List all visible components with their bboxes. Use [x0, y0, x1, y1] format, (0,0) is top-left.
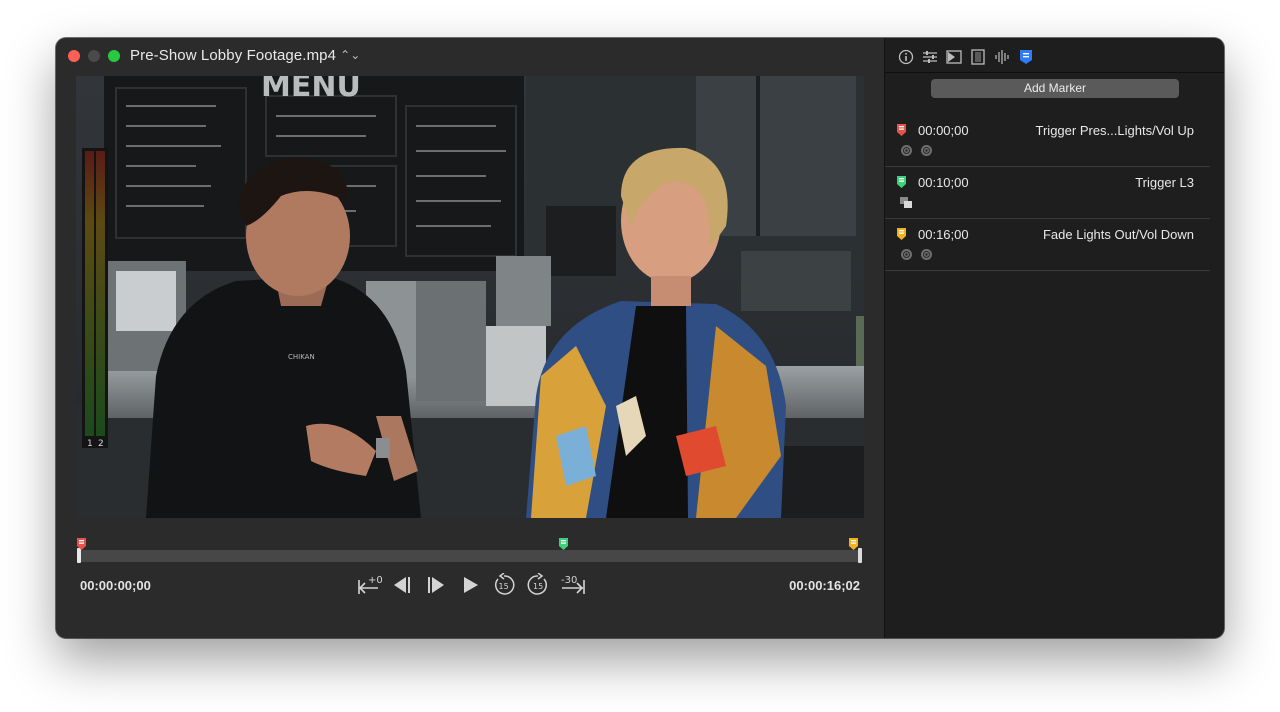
- svg-text:MENU: MENU: [261, 76, 361, 104]
- svg-text:2: 2: [98, 439, 104, 449]
- marker-actions: [899, 143, 933, 157]
- marker-row-3[interactable]: 00:16;00 Fade Lights Out/Vol Down: [885, 218, 1210, 271]
- marker-label[interactable]: Fade Lights Out/Vol Down: [1043, 227, 1194, 242]
- file-name: Pre-Show Lobby Footage.mp4: [130, 47, 337, 64]
- timeline-marker-yellow[interactable]: [849, 538, 858, 550]
- inspector-tab-bar: [897, 48, 1035, 68]
- svg-text:CHIKAN: CHIKAN: [288, 353, 315, 361]
- broadcast-icon[interactable]: [899, 143, 913, 157]
- svg-text:15: 15: [533, 582, 543, 591]
- rewind-15-icon: 15: [495, 573, 515, 595]
- add-marker-button[interactable]: Add Marker: [931, 79, 1179, 98]
- layer-icon[interactable]: [899, 195, 913, 209]
- nudge-forward-button[interactable]: -30: [558, 572, 588, 598]
- video-viewer[interactable]: MENU 1 2 CHIKAN: [76, 76, 864, 518]
- forward-15-button[interactable]: 15: [526, 572, 550, 598]
- in-point-handle[interactable]: [77, 548, 81, 563]
- svg-text:+0: +0: [368, 575, 383, 586]
- broadcast-icon[interactable]: [899, 247, 913, 261]
- film-icon[interactable]: [969, 48, 987, 66]
- marker-flag-icon: [897, 176, 906, 188]
- out-point-handle[interactable]: [858, 548, 862, 563]
- player-pane: Pre-Show Lobby Footage.mp4 ⌃⌄ MENU 1 2 C…: [56, 38, 884, 638]
- marker-time: 00:16;00: [918, 227, 969, 242]
- forward-15-icon: 15: [527, 573, 547, 595]
- timeline-marker-red[interactable]: [77, 538, 86, 550]
- marker-time: 00:10;00: [918, 175, 969, 190]
- step-back-icon: [394, 577, 410, 593]
- step-back-button[interactable]: [391, 572, 413, 598]
- nudge-forward-icon: -30: [561, 575, 585, 594]
- video-frame-image: MENU 1 2 CHIKAN: [76, 76, 864, 518]
- title-chevron-icon: ⌃⌄: [340, 48, 361, 62]
- marker-label[interactable]: Trigger L3: [1135, 175, 1194, 190]
- svg-text:15: 15: [499, 582, 509, 591]
- close-window-button[interactable]: [68, 50, 80, 62]
- end-timecode: 00:00:16;02: [789, 578, 860, 593]
- marker-row-1[interactable]: 00:00;00 Trigger Pres...Lights/Vol Up: [885, 114, 1210, 167]
- marker-flag-icon: [897, 228, 906, 240]
- play-button[interactable]: [459, 572, 481, 598]
- start-timecode: 00:00:00;00: [80, 578, 151, 593]
- window-title[interactable]: Pre-Show Lobby Footage.mp4 ⌃⌄: [130, 47, 360, 64]
- marker-label[interactable]: Trigger Pres...Lights/Vol Up: [1036, 123, 1194, 138]
- app-window: Pre-Show Lobby Footage.mp4 ⌃⌄ MENU 1 2 C…: [56, 38, 1224, 638]
- marker-flag-icon: [897, 124, 906, 136]
- minimize-window-button[interactable]: [88, 50, 100, 62]
- marker-actions: [899, 195, 913, 209]
- timeline-scrubber[interactable]: [80, 550, 860, 562]
- marker-icon[interactable]: [1017, 48, 1035, 66]
- svg-text:-30: -30: [561, 575, 577, 586]
- inspector-divider: [885, 72, 1224, 73]
- broadcast-icon[interactable]: [919, 247, 933, 261]
- broadcast-icon[interactable]: [919, 143, 933, 157]
- step-forward-button[interactable]: [425, 572, 447, 598]
- nudge-back-icon: +0: [358, 575, 383, 594]
- marker-actions: [899, 247, 933, 261]
- svg-text:1: 1: [87, 439, 93, 449]
- play-icon: [464, 577, 478, 593]
- transition-icon[interactable]: [945, 48, 963, 66]
- sliders-icon[interactable]: [921, 48, 939, 66]
- zoom-window-button[interactable]: [108, 50, 120, 62]
- marker-time: 00:00;00: [918, 123, 969, 138]
- marker-row-2[interactable]: 00:10;00 Trigger L3: [885, 166, 1210, 219]
- timeline-marker-green[interactable]: [559, 538, 568, 550]
- info-icon[interactable]: [897, 48, 915, 66]
- step-forward-icon: [428, 577, 444, 593]
- nudge-back-button[interactable]: +0: [356, 572, 384, 598]
- rewind-15-button[interactable]: 15: [492, 572, 516, 598]
- inspector-panel: Add Marker 00:00;00 Trigger Pres...Light…: [884, 38, 1224, 638]
- audio-waveform-icon[interactable]: [993, 48, 1011, 66]
